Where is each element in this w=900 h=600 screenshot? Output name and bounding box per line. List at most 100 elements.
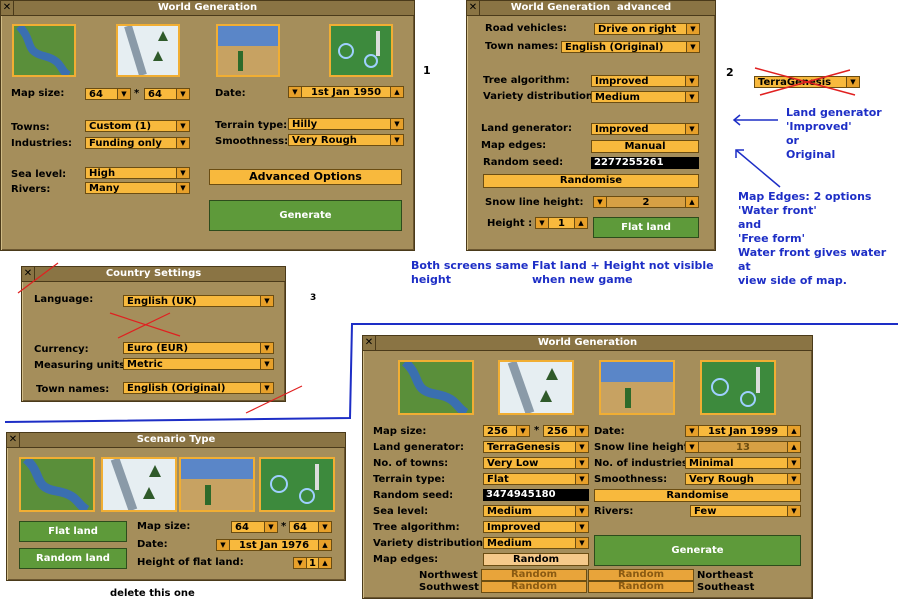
industries-dropdown[interactable]: Funding only ▼: [85, 137, 190, 149]
window-title: World Generation: [363, 336, 812, 351]
rivers-label: Rivers:: [11, 184, 51, 195]
desert-climate-thumb[interactable]: [599, 360, 675, 415]
map-height-dropdown[interactable]: 64 ▼: [144, 88, 190, 100]
map-height-dropdown[interactable]: 64 ▼: [289, 521, 332, 533]
chevron-down-icon: ▼: [575, 538, 588, 548]
close-icon[interactable]: ✕: [7, 433, 20, 447]
temperate-landscape-icon: [14, 23, 74, 79]
tree-algorithm-dropdown[interactable]: Improved ▼: [483, 521, 589, 533]
snow-line-stepper[interactable]: ▼ 13 ▲: [685, 441, 801, 453]
close-icon[interactable]: ✕: [363, 336, 376, 350]
industries-value: Minimal: [689, 458, 734, 469]
randomise-button[interactable]: Randomise: [483, 174, 699, 188]
date-up-icon[interactable]: ▲: [318, 540, 331, 550]
date-down-icon[interactable]: ▼: [217, 540, 230, 550]
chevron-down-icon: ▼: [575, 506, 588, 516]
temperate-climate-thumb[interactable]: [12, 23, 76, 79]
date-stepper[interactable]: ▼ 1st Jan 1976 ▲: [216, 539, 332, 551]
terrain-dropdown[interactable]: Flat ▼: [483, 473, 589, 485]
variety-distribution-dropdown[interactable]: Medium ▼: [483, 537, 589, 549]
toyland-climate-thumb[interactable]: [700, 360, 776, 415]
random-land-button[interactable]: Random land: [19, 548, 127, 569]
arctic-climate-thumb[interactable]: [116, 24, 180, 77]
town-names-dropdown[interactable]: English (Original) ▼: [561, 41, 700, 53]
map-edges-button[interactable]: Manual: [591, 140, 699, 153]
smoothness-dropdown[interactable]: Very Rough ▼: [685, 473, 801, 485]
world-gen-window-new: World Generation ✕ Map size: 256 ▼ * 256 ▼…: [362, 335, 813, 599]
flat-height-stepper[interactable]: ▼ 1 ▲: [293, 557, 332, 569]
variety-distribution-label: Variety distribution:: [373, 538, 488, 549]
land-generator-dropdown[interactable]: Improved ▼: [591, 123, 699, 135]
height-stepper[interactable]: ▼ 1 ▲: [535, 217, 588, 229]
random-seed-input[interactable]: 3474945180: [483, 489, 589, 501]
desert-climate-thumb[interactable]: [216, 24, 280, 77]
arctic-climate-thumb[interactable]: [498, 360, 574, 415]
snow-line-value: 13: [736, 442, 750, 453]
snow-down-icon[interactable]: ▼: [686, 442, 699, 452]
rivers-dropdown[interactable]: Few ▼: [690, 505, 801, 517]
date-stepper[interactable]: ▼ 1st Jan 1999 ▲: [685, 425, 801, 437]
height-down-icon[interactable]: ▼: [536, 218, 549, 228]
edge-nw-button[interactable]: Random: [481, 569, 587, 581]
variety-distribution-dropdown[interactable]: Medium ▼: [591, 91, 699, 103]
land-generator-value: Improved: [595, 124, 649, 135]
randomise-button[interactable]: Randomise: [594, 489, 801, 502]
date-stepper[interactable]: ▼ 1st Jan 1950 ▲: [288, 86, 404, 98]
land-generator-dropdown[interactable]: TerraGenesis ▼: [483, 441, 589, 453]
generate-button[interactable]: Generate: [209, 200, 402, 231]
temperate-climate-thumb[interactable]: [398, 358, 474, 417]
toyland-climate-thumb[interactable]: [259, 457, 335, 512]
tree-algorithm-dropdown[interactable]: Improved ▼: [591, 75, 699, 87]
flat-land-button[interactable]: Flat land: [593, 217, 699, 238]
close-icon[interactable]: ✕: [467, 1, 480, 15]
towns-dropdown[interactable]: Custom (1) ▼: [85, 120, 190, 132]
sea-level-dropdown[interactable]: High ▼: [85, 167, 190, 179]
edge-sw-button[interactable]: Random: [481, 581, 587, 593]
land-generator-label: Land generator:: [373, 442, 464, 453]
height-up-icon[interactable]: ▲: [574, 218, 587, 228]
edge-se-button[interactable]: Random: [588, 581, 694, 593]
generate-button[interactable]: Generate: [594, 535, 801, 566]
rivers-value: Few: [694, 506, 717, 517]
terrain-dropdown[interactable]: Hilly ▼: [288, 118, 404, 130]
map-height-dropdown[interactable]: 256 ▼: [543, 425, 589, 437]
toyland-climate-thumb[interactable]: [329, 24, 393, 77]
flat-height-value: 1: [309, 558, 316, 569]
desert-climate-thumb[interactable]: [179, 457, 255, 512]
chevron-down-icon: ▼: [575, 426, 588, 436]
note-delete: delete this one: [110, 588, 195, 599]
advanced-options-button[interactable]: Advanced Options: [209, 169, 402, 185]
chevron-down-icon: ▼: [787, 506, 800, 516]
road-vehicles-dropdown[interactable]: Drive on right ▼: [594, 23, 700, 35]
smoothness-dropdown[interactable]: Very Rough ▼: [288, 134, 404, 146]
date-up-icon[interactable]: ▲: [390, 87, 403, 97]
arctic-landscape-icon: [500, 360, 572, 415]
temperate-climate-thumb[interactable]: [19, 455, 95, 514]
sea-level-dropdown[interactable]: Medium ▼: [483, 505, 589, 517]
flat-height-up-icon[interactable]: ▲: [318, 558, 331, 568]
close-icon[interactable]: ✕: [1, 1, 14, 15]
rivers-dropdown[interactable]: Many ▼: [85, 182, 190, 194]
snow-line-stepper[interactable]: ▼ 2 ▲: [593, 196, 699, 208]
flat-height-label: Height of flat land:: [137, 557, 244, 568]
snow-down-icon[interactable]: ▼: [594, 197, 607, 207]
map-width-dropdown[interactable]: 64 ▼: [85, 88, 131, 100]
flat-height-down-icon[interactable]: ▼: [294, 558, 307, 568]
date-up-icon[interactable]: ▲: [787, 426, 800, 436]
towns-dropdown[interactable]: Very Low ▼: [483, 457, 589, 469]
sea-level-value: High: [89, 168, 116, 179]
sea-level-value: Medium: [487, 506, 532, 517]
flat-land-button[interactable]: Flat land: [19, 521, 127, 542]
snow-up-icon[interactable]: ▲: [685, 197, 698, 207]
arctic-climate-thumb[interactable]: [101, 457, 177, 512]
title-suffix: advanced: [617, 2, 672, 13]
date-down-icon[interactable]: ▼: [289, 87, 302, 97]
map-edges-button[interactable]: Random: [483, 553, 589, 566]
map-width-dropdown[interactable]: 64 ▼: [231, 521, 278, 533]
snow-up-icon[interactable]: ▲: [787, 442, 800, 452]
map-width-dropdown[interactable]: 256 ▼: [483, 425, 530, 437]
industries-dropdown[interactable]: Minimal ▼: [685, 457, 801, 469]
edge-ne-button[interactable]: Random: [588, 569, 694, 581]
date-down-icon[interactable]: ▼: [686, 426, 699, 436]
random-seed-input[interactable]: 2277255261: [591, 157, 699, 169]
